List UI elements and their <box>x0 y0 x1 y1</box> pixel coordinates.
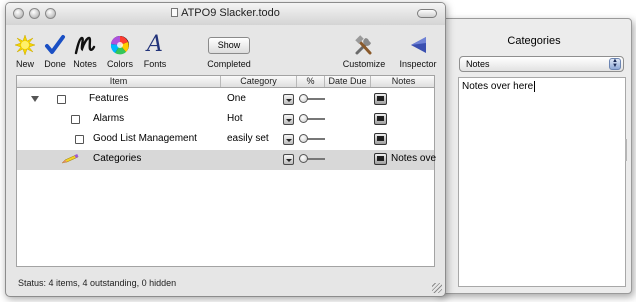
item-category: One <box>227 93 246 104</box>
script-n-icon <box>74 36 96 55</box>
new-label: New <box>15 59 34 69</box>
category-popup-button[interactable] <box>283 154 294 165</box>
window-title: ATPO9 Slacker.todo <box>6 7 445 19</box>
column-header-percent[interactable]: % <box>297 76 325 87</box>
inspector-notes-textarea[interactable]: Notes over here <box>458 77 626 287</box>
status-text: Status: 4 items, 4 outstanding, 0 hidden <box>18 278 177 288</box>
percent-slider[interactable] <box>299 134 325 143</box>
inspector-select-value: Notes <box>466 59 490 69</box>
slider-knob[interactable] <box>299 94 308 103</box>
inspector-label: Inspector <box>399 59 437 69</box>
toolbar: New Done Notes Colors A Fonts Show Compl… <box>6 25 445 75</box>
checkmark-icon <box>45 35 65 54</box>
inspector-panel: Categories Notes ▲ ▼ Notes over here <box>436 18 632 294</box>
percent-slider[interactable] <box>299 94 325 103</box>
slider-knob[interactable] <box>299 114 308 123</box>
sun-burst-icon <box>14 34 36 56</box>
toolbar-toggle-button[interactable] <box>417 9 437 18</box>
table-row[interactable]: Alarms Hot <box>17 110 434 130</box>
color-wheel-icon <box>110 35 129 55</box>
item-name: Good List Management <box>93 133 197 144</box>
calendar-icon[interactable] <box>374 153 387 165</box>
checkbox[interactable] <box>57 95 66 104</box>
calendar-icon[interactable] <box>374 113 387 125</box>
item-name: Features <box>89 93 129 104</box>
pencil-icon <box>61 154 79 164</box>
todo-table: Item Category % Date Due Notes Features … <box>16 75 437 267</box>
item-name: Categories <box>93 153 142 164</box>
main-window: ATPO9 Slacker.todo New Done Notes Colors… <box>5 2 446 297</box>
calendar-icon[interactable] <box>374 133 387 145</box>
item-name: Alarms <box>93 113 125 124</box>
percent-slider[interactable] <box>299 154 325 163</box>
item-notes: Notes ove <box>391 153 437 164</box>
item-category: Hot <box>227 113 243 124</box>
inspector-notes-text: Notes over here <box>462 81 534 92</box>
select-arrows-icon: ▲ ▼ <box>609 58 621 70</box>
category-popup-button[interactable] <box>283 134 294 145</box>
new-button[interactable]: New <box>12 33 38 69</box>
colors-button[interactable]: Colors <box>104 33 136 69</box>
table-row[interactable]: Good List Management easily set <box>17 130 434 150</box>
slider-knob[interactable] <box>299 154 308 163</box>
category-popup-button[interactable] <box>283 114 294 125</box>
table-row[interactable]: Features One <box>17 90 434 110</box>
column-header-date-due[interactable]: Date Due <box>325 76 371 87</box>
column-header-item[interactable]: Item <box>17 76 221 87</box>
table-header: Item Category % Date Due Notes <box>17 76 434 88</box>
item-category: easily set <box>227 133 269 144</box>
customize-button[interactable]: Customize <box>340 33 388 69</box>
status-bar: Status: 4 items, 4 outstanding, 0 hidden <box>6 270 445 296</box>
colors-label: Colors <box>106 59 133 69</box>
tools-icon <box>355 35 372 55</box>
left-arrow-icon <box>411 37 426 53</box>
document-icon <box>171 8 179 17</box>
window-title-text: ATPO9 Slacker.todo <box>181 7 280 19</box>
customize-label: Customize <box>342 59 386 69</box>
fonts-label: Fonts <box>143 59 167 69</box>
checkbox[interactable] <box>71 115 80 124</box>
done-button[interactable]: Done <box>42 33 68 69</box>
column-header-category[interactable]: Category <box>221 76 297 87</box>
italic-a-icon: A <box>147 32 163 57</box>
inspector-field-select[interactable]: Notes ▲ ▼ <box>459 56 624 72</box>
disclosure-triangle-icon[interactable] <box>31 96 39 102</box>
notes-button[interactable]: Notes <box>70 33 100 69</box>
calendar-icon[interactable] <box>374 93 387 105</box>
panel-grip[interactable] <box>625 139 627 161</box>
done-label: Done <box>44 59 66 69</box>
inspector-button[interactable]: Inspector <box>396 33 440 69</box>
table-row[interactable]: Categories Notes ove <box>17 150 437 170</box>
slider-knob[interactable] <box>299 134 308 143</box>
title-bar: ATPO9 Slacker.todo <box>6 3 445 25</box>
column-header-notes[interactable]: Notes <box>371 76 436 87</box>
category-popup-button[interactable] <box>283 94 294 105</box>
inspector-title: Categories <box>507 35 561 47</box>
fonts-button[interactable]: A Fonts <box>140 32 170 70</box>
completed-item: Completed <box>204 33 254 69</box>
resize-grip-icon[interactable] <box>432 283 442 293</box>
notes-label: Notes <box>73 59 97 69</box>
text-cursor <box>534 81 536 92</box>
percent-slider[interactable] <box>299 114 325 123</box>
completed-label: Completed <box>207 59 251 69</box>
checkbox[interactable] <box>75 135 84 144</box>
